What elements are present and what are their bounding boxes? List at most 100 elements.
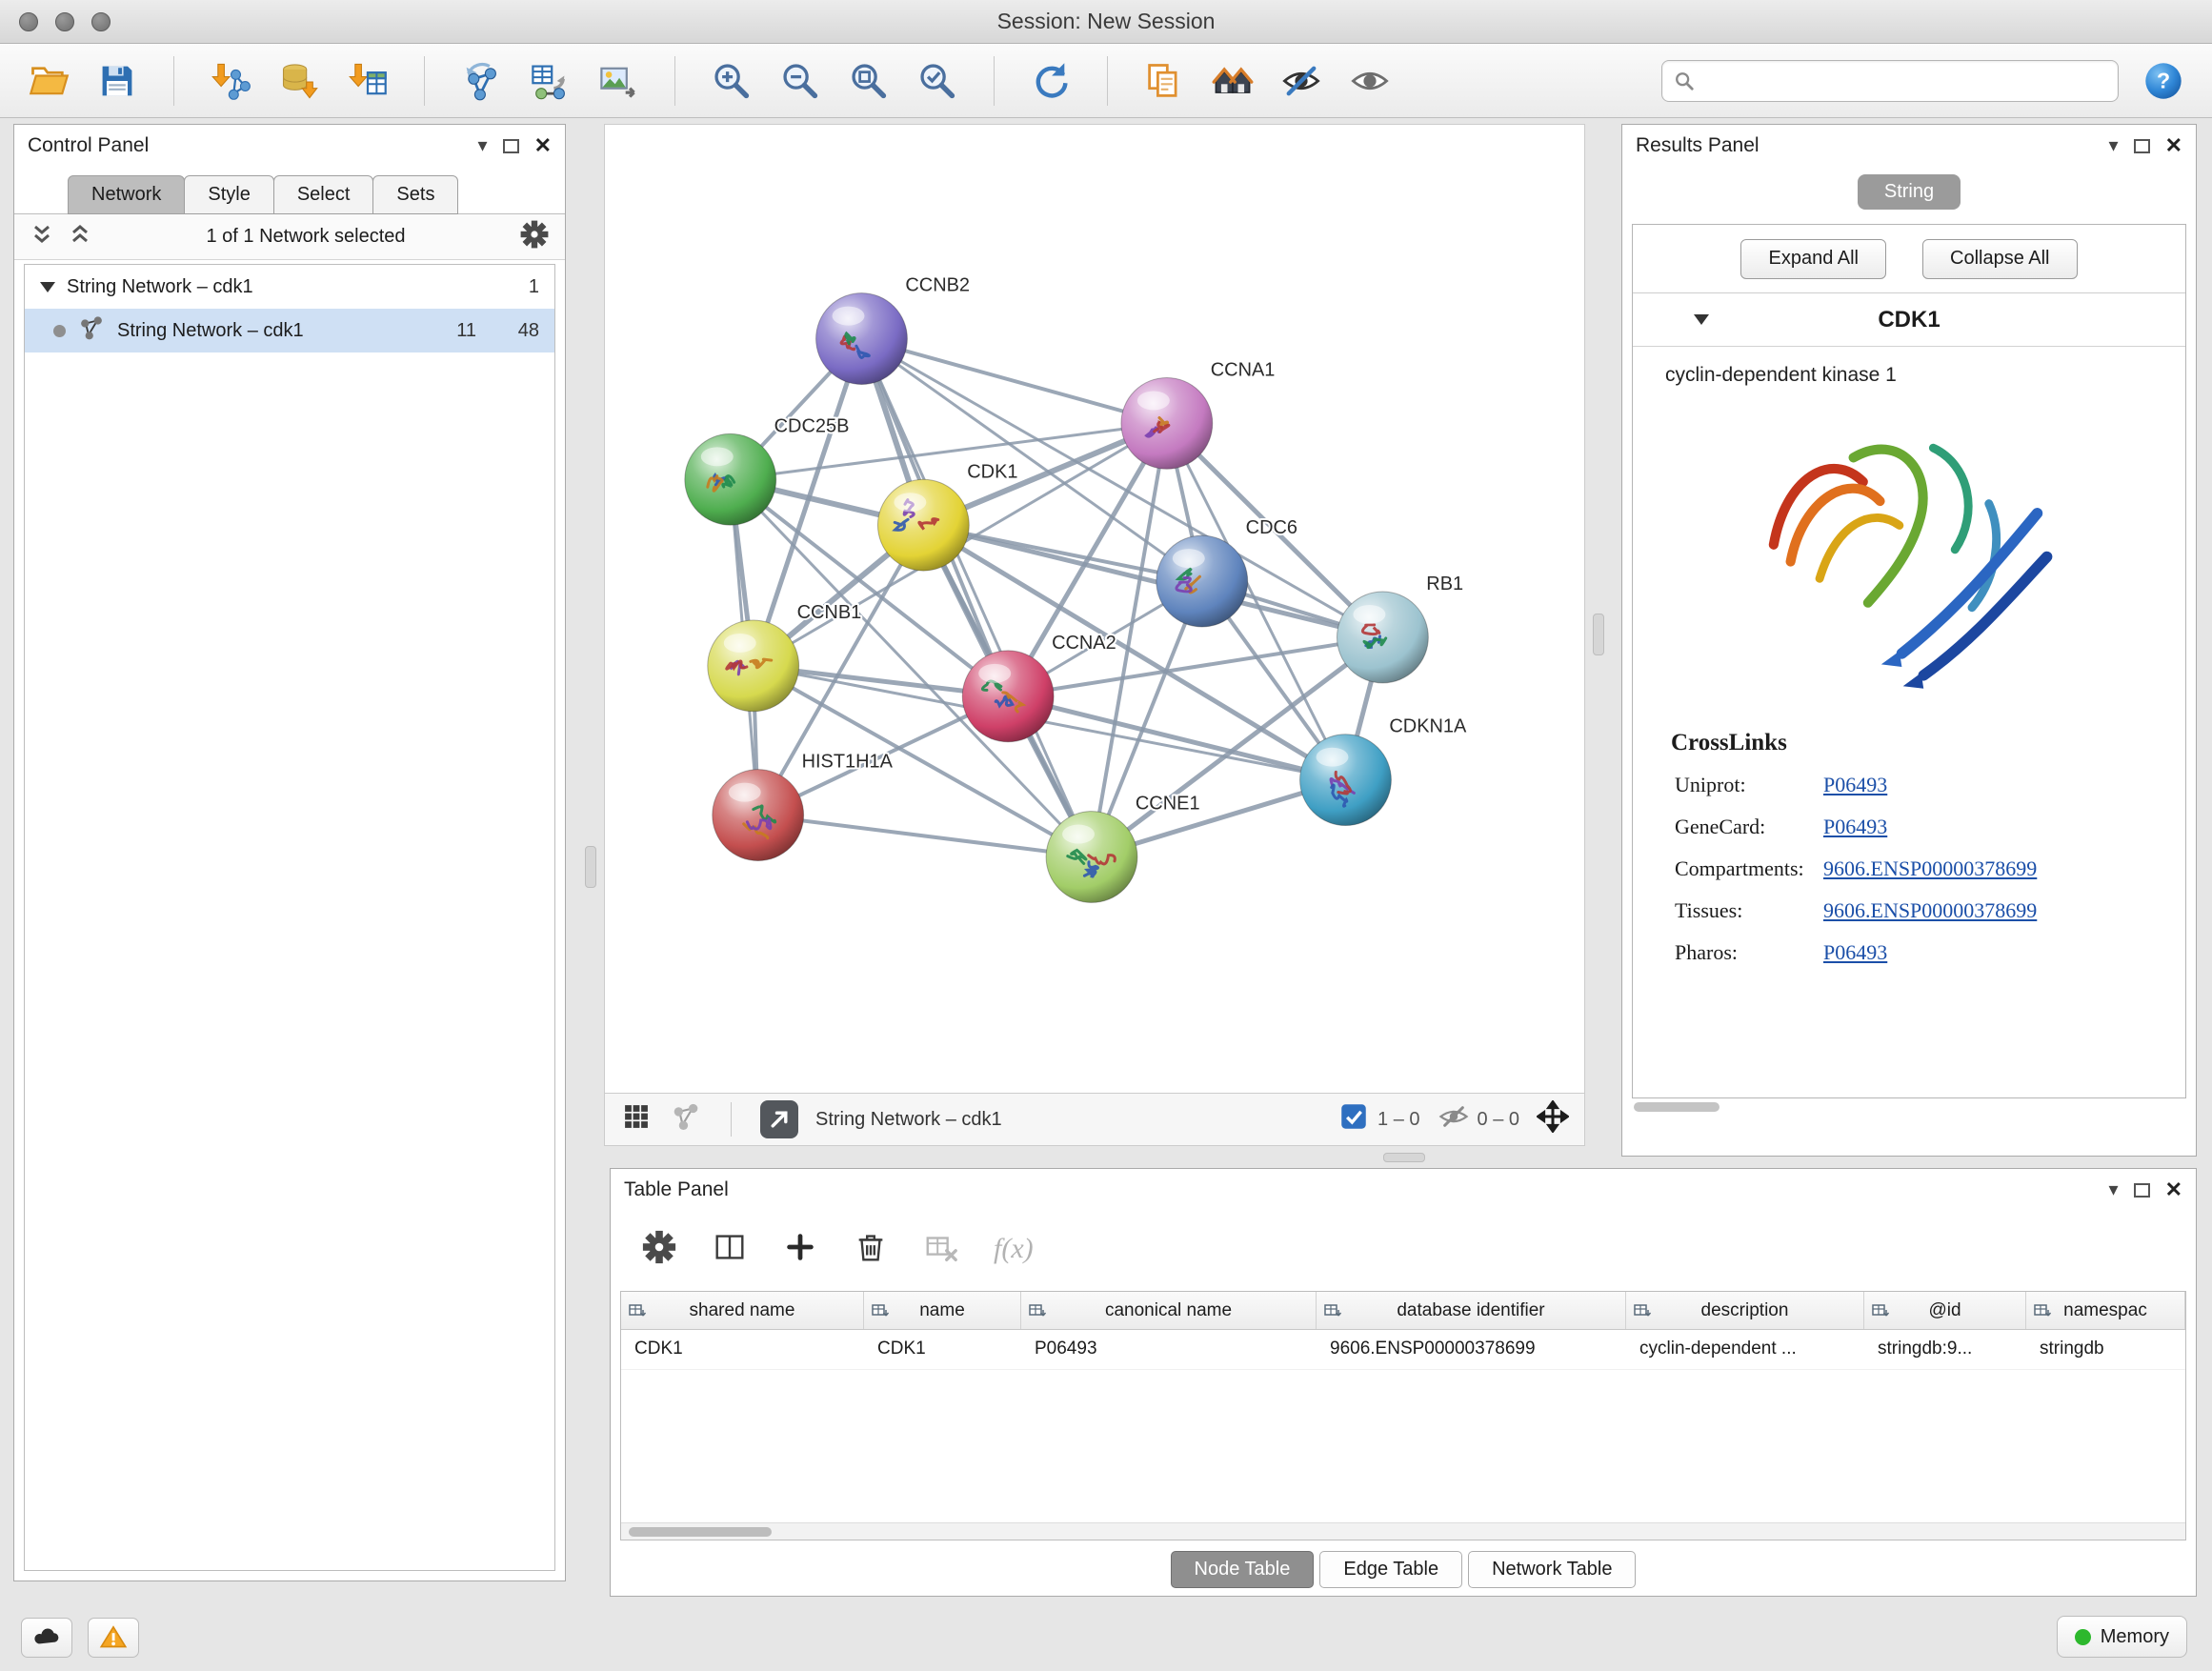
import-table-icon[interactable] <box>344 55 392 107</box>
panel-float-icon[interactable] <box>503 139 519 153</box>
column-header[interactable]: shared name <box>621 1292 864 1329</box>
table-cell[interactable]: cyclin-dependent ... <box>1626 1330 1864 1369</box>
memory-button[interactable]: Memory <box>2057 1616 2187 1658</box>
warning-icon[interactable] <box>88 1618 139 1658</box>
tab-network-table[interactable]: Network Table <box>1468 1551 1636 1588</box>
tab-style[interactable]: Style <box>184 175 273 214</box>
table-cell[interactable]: CDK1 <box>621 1330 864 1369</box>
panel-float-icon[interactable] <box>2134 1183 2150 1198</box>
splitter-handle[interactable] <box>1593 614 1604 655</box>
add-column-icon[interactable] <box>782 1229 818 1270</box>
panel-menu-icon[interactable]: ▾ <box>2109 136 2119 155</box>
hide-selected-icon[interactable] <box>1277 55 1325 107</box>
column-header[interactable]: namespac <box>2026 1292 2185 1329</box>
panel-close-icon[interactable]: ✕ <box>2165 1178 2182 1202</box>
table-cell[interactable]: stringdb <box>2026 1330 2185 1369</box>
export-image-icon[interactable] <box>594 55 642 107</box>
table-settings-gear-icon[interactable] <box>641 1229 677 1270</box>
table-cell[interactable]: stringdb:9... <box>1864 1330 2026 1369</box>
tab-node-table[interactable]: Node Table <box>1171 1551 1315 1588</box>
network-edge[interactable] <box>923 525 1382 637</box>
crosslink-link[interactable]: P06493 <box>1823 815 1887 839</box>
table-cell[interactable]: P06493 <box>1021 1330 1317 1369</box>
delete-column-trash-icon[interactable] <box>853 1229 889 1270</box>
results-scrollbar-thumb[interactable] <box>1634 1102 1719 1112</box>
network-node-RB1[interactable]: RB1 <box>1337 574 1463 683</box>
show-all-icon[interactable] <box>1346 55 1394 107</box>
tab-select[interactable]: Select <box>273 175 374 214</box>
network-icon-gray[interactable] <box>670 1100 702 1138</box>
panel-menu-icon[interactable]: ▾ <box>478 136 488 155</box>
expand-all-networks-icon[interactable] <box>30 222 54 252</box>
network-node-HIST1H1A[interactable]: HIST1H1A <box>713 752 894 861</box>
save-session-icon[interactable] <box>93 55 141 107</box>
refresh-icon[interactable] <box>1027 55 1075 107</box>
tab-sets[interactable]: Sets <box>372 175 458 214</box>
birds-eye-view-icon[interactable] <box>620 1100 653 1138</box>
collapse-all-networks-icon[interactable] <box>68 222 92 252</box>
network-node-CDKN1A[interactable]: CDKN1A <box>1300 716 1467 826</box>
crosslink-link[interactable]: P06493 <box>1823 773 1887 797</box>
column-header[interactable]: database identifier <box>1317 1292 1626 1329</box>
tab-edge-table[interactable]: Edge Table <box>1319 1551 1462 1588</box>
column-header[interactable]: description <box>1626 1292 1864 1329</box>
zoom-selected-icon[interactable] <box>914 55 961 107</box>
collapse-section-icon[interactable] <box>1694 314 1709 325</box>
column-header[interactable]: @id <box>1864 1292 2026 1329</box>
selected-checkbox-icon[interactable] <box>1337 1100 1370 1138</box>
new-network-icon[interactable] <box>457 55 505 107</box>
collapse-all-button[interactable]: Collapse All <box>1922 239 2078 279</box>
crosslink-link[interactable]: 9606.ENSP00000378699 <box>1823 898 2037 923</box>
table-cell[interactable]: CDK1 <box>864 1330 1021 1369</box>
tab-network[interactable]: Network <box>68 175 185 214</box>
network-edge[interactable] <box>758 815 1092 857</box>
table-scrollbar-thumb[interactable] <box>629 1527 772 1537</box>
crosslink-label: Tissues: <box>1633 898 1823 923</box>
gene-section-header[interactable]: CDK1 <box>1633 293 2185 347</box>
network-node-CCNA1[interactable]: CCNA1 <box>1121 359 1275 469</box>
panel-close-icon[interactable]: ✕ <box>2165 133 2182 158</box>
tab-string[interactable]: String <box>1858 174 1961 210</box>
open-session-icon[interactable] <box>25 55 72 107</box>
panel-menu-icon[interactable]: ▾ <box>2109 1180 2119 1199</box>
zoom-fit-icon[interactable] <box>845 55 893 107</box>
zoom-in-icon[interactable] <box>708 55 755 107</box>
search-input[interactable] <box>1704 70 2106 91</box>
network-edge[interactable] <box>861 339 1166 424</box>
network-canvas[interactable]: CCNB2CCNA1CDC25BCDK1CDC6RB1CCNB1CCNA2CDK… <box>605 125 1584 1093</box>
hidden-eye-icon[interactable] <box>1438 1100 1470 1138</box>
splitter-handle[interactable] <box>585 846 596 888</box>
table-panel: Table Panel ▾ ✕ f(x) shared name name ca… <box>610 1168 2197 1597</box>
cloud-icon[interactable] <box>21 1618 72 1658</box>
tree-expand-icon[interactable] <box>40 282 55 292</box>
network-node-CCNB1[interactable]: CCNB1 <box>708 602 861 712</box>
search-box[interactable] <box>1661 60 2119 102</box>
table-horizontal-scrollbar[interactable] <box>621 1522 2185 1540</box>
column-header[interactable]: canonical name <box>1021 1292 1317 1329</box>
table-row[interactable]: CDK1 CDK1 P06493 9606.ENSP00000378699 cy… <box>621 1330 2185 1370</box>
copy-icon[interactable] <box>1140 55 1188 107</box>
network-collection-row[interactable]: String Network – cdk1 1 <box>25 265 554 309</box>
splitter-handle[interactable] <box>1383 1153 1425 1162</box>
panel-close-icon[interactable]: ✕ <box>534 133 552 158</box>
neighbors-icon[interactable] <box>1209 55 1257 107</box>
crosslink-link[interactable]: P06493 <box>1823 940 1887 965</box>
panel-float-icon[interactable] <box>2134 139 2150 153</box>
table-cell[interactable]: 9606.ENSP00000378699 <box>1317 1330 1626 1369</box>
show-columns-icon[interactable] <box>712 1229 748 1270</box>
column-header[interactable]: name <box>864 1292 1021 1329</box>
network-row[interactable]: String Network – cdk1 11 48 <box>25 309 554 352</box>
help-icon[interactable]: ? <box>2140 55 2187 107</box>
open-in-new-window-icon[interactable] <box>760 1100 798 1138</box>
network-node-CCNB2[interactable]: CCNB2 <box>816 275 970 385</box>
gear-icon[interactable] <box>519 219 550 255</box>
zoom-out-icon[interactable] <box>776 55 824 107</box>
import-network-file-icon[interactable] <box>207 55 254 107</box>
network-edge[interactable] <box>861 339 1092 857</box>
network-node-CDK1[interactable]: CDK1 <box>877 461 1017 571</box>
expand-all-button[interactable]: Expand All <box>1740 239 1886 279</box>
pan-mode-icon[interactable] <box>1537 1100 1569 1138</box>
crosslink-link[interactable]: 9606.ENSP00000378699 <box>1823 856 2037 881</box>
import-network-database-icon[interactable] <box>275 55 323 107</box>
network-from-table-icon[interactable] <box>526 55 573 107</box>
